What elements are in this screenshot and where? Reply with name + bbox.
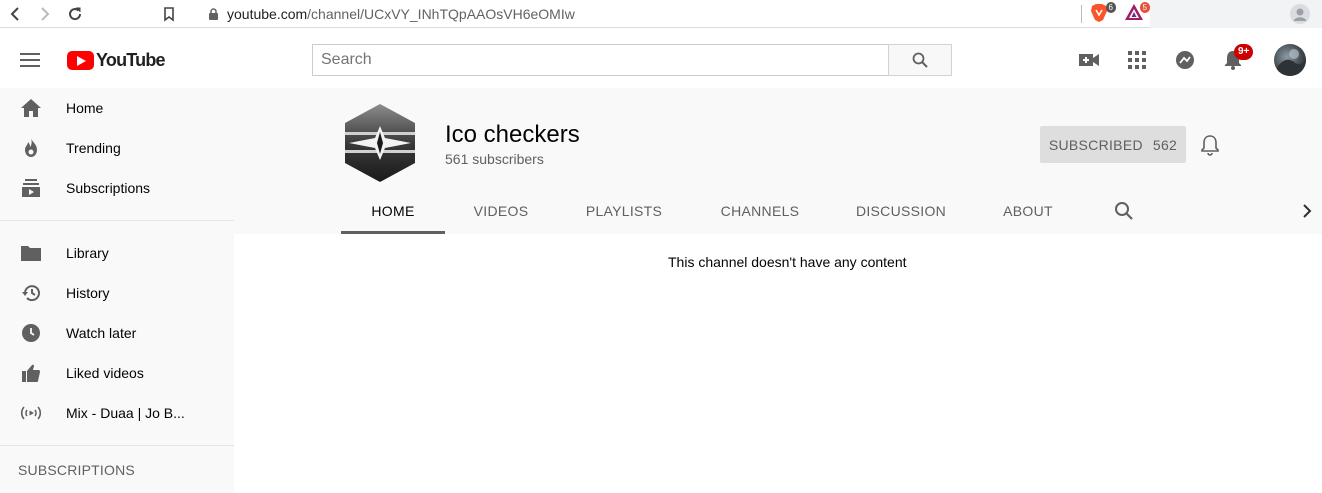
brave-count-badge: 6: [1105, 2, 1116, 13]
logo-text: YouTube: [96, 50, 166, 70]
toolbar-right-area: [1150, 0, 1322, 28]
sidebar-item-label: Watch later: [66, 325, 137, 341]
channel-name: Ico checkers: [445, 121, 580, 148]
bookmark-icon: [164, 6, 174, 22]
empty-content-message: This channel doesn't have any content: [668, 254, 907, 270]
browser-profile-icon[interactable]: [1290, 4, 1310, 24]
sidebar-divider: [0, 220, 234, 221]
user-avatar[interactable]: [1274, 44, 1306, 76]
channel-header: Ico checkers 561 subscribers SUBSCRIBED …: [234, 88, 1322, 234]
guide-sidebar: Home Trending Subscriptions Library Hist…: [0, 88, 234, 493]
tab-playlists[interactable]: PLAYLISTS: [557, 188, 691, 234]
sidebar-item-label: History: [66, 285, 110, 301]
messages-icon[interactable]: [1174, 49, 1196, 71]
apps-grid-icon[interactable]: [1126, 49, 1148, 71]
tab-discussion[interactable]: DISCUSSION: [829, 188, 973, 234]
sidebar-item-label: Trending: [66, 140, 121, 156]
subscriber-count: 561 subscribers: [445, 151, 544, 167]
channel-notification-bell-icon[interactable]: [1200, 134, 1220, 161]
reload-icon: [69, 7, 82, 20]
channel-search-icon[interactable]: [1114, 201, 1134, 226]
subscribed-label: SUBSCRIBED: [1048, 136, 1143, 153]
youtube-logo[interactable]: YouTube: [67, 50, 166, 71]
sidebar-item-watch-later[interactable]: Watch later: [0, 313, 234, 353]
forward-arrow-icon: [41, 6, 50, 21]
search-icon: [912, 52, 928, 68]
sidebar-item-label: Library: [66, 245, 109, 261]
subscribed-count: 562: [1152, 136, 1178, 153]
tab-channels[interactable]: CHANNELS: [691, 188, 829, 234]
channel-avatar[interactable]: [339, 102, 421, 184]
back-arrow-icon: [10, 6, 19, 21]
forward-button[interactable]: [30, 0, 60, 28]
fire-icon: [20, 137, 42, 159]
search-button[interactable]: [888, 44, 952, 76]
create-video-icon[interactable]: [1078, 49, 1100, 71]
sidebar-divider: [0, 445, 234, 446]
home-icon: [20, 97, 42, 119]
toolbar-divider: [1081, 5, 1082, 23]
bat-count-badge: 5: [1139, 2, 1150, 13]
folder-icon: [20, 242, 42, 264]
history-icon: [20, 282, 42, 304]
thumbs-up-icon: [20, 362, 42, 384]
browser-toolbar: youtube.com/channel/UCxVY_INhTQpAAOsVH6e…: [0, 0, 1322, 28]
tab-videos[interactable]: VIDEOS: [445, 188, 557, 234]
back-button[interactable]: [0, 0, 30, 28]
youtube-masthead: YouTube 9+: [0, 30, 1322, 88]
bat-rewards-button[interactable]: 5: [1124, 2, 1150, 25]
notifications-count-badge: 9+: [1234, 44, 1254, 60]
youtube-play-icon: [67, 51, 94, 70]
subscriptions-icon: [20, 177, 42, 199]
menu-icon[interactable]: [20, 52, 40, 73]
url-path: /channel/UCxVY_INhTQpAAOsVH6eOMIw: [307, 6, 575, 22]
bookmark-button[interactable]: [154, 0, 184, 28]
subscribed-button[interactable]: SUBSCRIBED 562: [1040, 126, 1186, 163]
reload-button[interactable]: [60, 0, 90, 28]
sidebar-item-home[interactable]: Home: [0, 88, 234, 128]
sidebar-item-label: Home: [66, 100, 104, 116]
tab-about[interactable]: ABOUT: [973, 188, 1083, 234]
lock-icon: [209, 7, 218, 20]
brave-shield-button[interactable]: 6: [1090, 2, 1116, 25]
sidebar-item-mix[interactable]: Mix - Duaa | Jo B...: [0, 393, 234, 433]
search-input[interactable]: [312, 44, 888, 76]
sidebar-item-library[interactable]: Library: [0, 233, 234, 273]
tab-home[interactable]: HOME: [341, 188, 445, 234]
sidebar-item-liked-videos[interactable]: Liked videos: [0, 353, 234, 393]
search-box: [312, 44, 952, 76]
subscriptions-section-title: SUBSCRIPTIONS: [18, 462, 135, 478]
sidebar-item-subscriptions[interactable]: Subscriptions: [0, 168, 234, 208]
sidebar-item-history[interactable]: History: [0, 273, 234, 313]
tabs-next-chevron-icon[interactable]: [1302, 204, 1312, 223]
mix-icon: [20, 402, 42, 424]
channel-tabs: HOME VIDEOS PLAYLISTS CHANNELS DISCUSSIO…: [341, 188, 1083, 234]
sidebar-item-label: Liked videos: [66, 365, 144, 381]
sidebar-item-trending[interactable]: Trending: [0, 128, 234, 168]
address-bar[interactable]: youtube.com/channel/UCxVY_INhTQpAAOsVH6e…: [198, 2, 1150, 26]
sidebar-item-label: Mix - Duaa | Jo B...: [66, 405, 185, 421]
url-host: youtube.com: [227, 6, 308, 22]
sidebar-item-label: Subscriptions: [66, 180, 151, 196]
clock-icon: [20, 322, 42, 344]
